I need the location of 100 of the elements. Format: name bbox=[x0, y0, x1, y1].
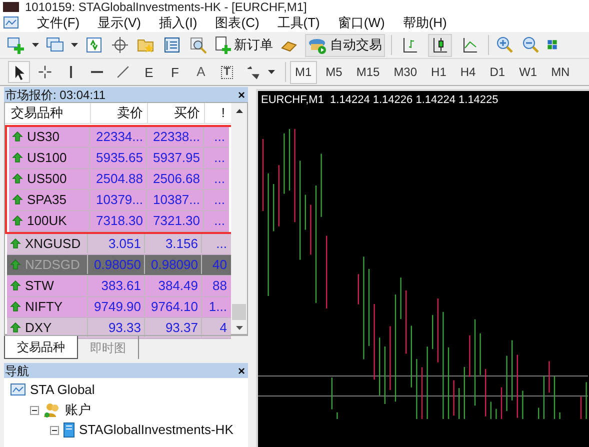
zoom-out-icon[interactable] bbox=[521, 35, 541, 55]
timeframe-button[interactable]: M15 bbox=[351, 60, 385, 84]
bid-cell: 0.98050 bbox=[87, 254, 144, 274]
menu-item[interactable]: 工具(T) bbox=[277, 13, 320, 33]
hline-icon bbox=[91, 71, 103, 73]
scroll-thumb[interactable] bbox=[232, 304, 246, 320]
quote-row[interactable]: SPA35 10379... 10387... ... bbox=[9, 190, 229, 210]
chart-window-icon[interactable] bbox=[3, 16, 19, 30]
up-arrow-icon bbox=[12, 152, 23, 163]
ask-cell: 10387... bbox=[146, 190, 203, 210]
up-arrow-icon bbox=[12, 131, 23, 142]
timeframe-button[interactable]: H1 bbox=[426, 60, 452, 84]
column-header[interactable]: 交易品种 bbox=[5, 103, 90, 122]
collapse-toggle-icon[interactable] bbox=[30, 406, 39, 414]
symbol-cell-text: NZDSGD bbox=[25, 256, 80, 274]
symbol-cell-text: SPA35 bbox=[27, 190, 67, 209]
symbol-cell-text: US100 bbox=[27, 148, 67, 167]
caret-icon[interactable] bbox=[32, 43, 39, 47]
text-label-tool-button[interactable]: T bbox=[216, 61, 238, 83]
ask-cell: 384.49 bbox=[144, 276, 201, 296]
bar-chart-icon bbox=[401, 36, 419, 54]
candle-chart-icon bbox=[431, 36, 449, 54]
bid-cell: 93.33 bbox=[87, 318, 144, 338]
caret-icon[interactable] bbox=[268, 70, 275, 74]
up-arrow-icon bbox=[12, 194, 23, 205]
crosshair-icon bbox=[36, 63, 54, 81]
bid-cell: 10379... bbox=[89, 190, 146, 210]
ask-cell: 22338... bbox=[146, 126, 203, 146]
tree-item[interactable]: 账户 bbox=[65, 400, 91, 420]
document-plus-icon bbox=[214, 35, 232, 55]
scrollbar[interactable] bbox=[231, 103, 247, 334]
up-arrow-icon bbox=[12, 173, 23, 184]
crosshair-icon[interactable] bbox=[110, 35, 130, 55]
column-header[interactable]: 买价 bbox=[147, 103, 204, 122]
timeframe-button[interactable]: MN bbox=[546, 60, 575, 84]
timeframe-button[interactable]: H4 bbox=[455, 60, 481, 84]
symbol-cell-text: DXY bbox=[25, 318, 52, 337]
caret-icon[interactable] bbox=[71, 43, 78, 47]
channel-tool-button[interactable]: E bbox=[138, 61, 160, 83]
quote-row[interactable]: STW 383.61 384.49 88 bbox=[7, 276, 231, 296]
scroll-down-icon[interactable] bbox=[236, 326, 242, 330]
auto-trading-button[interactable]: 自动交易 bbox=[305, 34, 385, 56]
up-arrow-icon bbox=[10, 301, 21, 312]
new-order-button[interactable]: 新订单 bbox=[214, 35, 273, 55]
terminal-icon bbox=[10, 383, 26, 397]
chart-header: EURCHF,M1 1.14224 1.14226 1.14224 1.14225 bbox=[260, 93, 500, 108]
quote-row[interactable]: US500 2504.88 2506.68 ... bbox=[9, 168, 229, 190]
spread-cell: ... bbox=[203, 126, 229, 146]
candle-chart-button[interactable] bbox=[428, 34, 452, 56]
menu-item[interactable]: 显示(V) bbox=[98, 13, 141, 33]
collapse-toggle-icon[interactable] bbox=[50, 426, 59, 434]
bid-cell: 2504.88 bbox=[89, 168, 146, 188]
ask-cell: 93.37 bbox=[144, 318, 201, 338]
menu-item[interactable]: 窗口(W) bbox=[338, 13, 385, 33]
up-arrow-icon bbox=[10, 322, 21, 333]
cursor-tool-button[interactable] bbox=[8, 61, 30, 83]
quote-row[interactable]: NIFTY 9749.90 9764.10 1... bbox=[7, 296, 231, 318]
up-arrow-icon bbox=[10, 238, 21, 249]
tree-item[interactable]: STA Global bbox=[30, 380, 95, 400]
tree-item[interactable]: STAGlobalInvestments-HK bbox=[79, 420, 234, 440]
symbol-cell-text: XNGUSD bbox=[25, 234, 81, 253]
fibo-tool-button[interactable]: F bbox=[164, 61, 186, 83]
menu-item[interactable]: 图表(C) bbox=[215, 13, 260, 33]
vline-icon bbox=[70, 66, 72, 78]
timeframe-button[interactable]: M5 bbox=[320, 60, 348, 84]
bid-cell: 7318.30 bbox=[89, 210, 146, 230]
data-window-icon[interactable] bbox=[162, 35, 182, 55]
symbol-cell-text: US500 bbox=[27, 170, 67, 188]
users-icon bbox=[43, 402, 61, 418]
spread-cell: ... bbox=[203, 210, 229, 230]
close-button[interactable]: × bbox=[238, 364, 245, 376]
zoom-in-icon[interactable] bbox=[495, 35, 515, 55]
menu-item[interactable]: 插入(I) bbox=[158, 13, 198, 33]
quote-row[interactable]: XNGUSD 3.051 3.156 ... bbox=[7, 234, 231, 254]
menu-item[interactable]: 帮助(H) bbox=[402, 13, 447, 33]
column-header[interactable]: 卖价 bbox=[90, 103, 147, 122]
symbol-cell-text: STW bbox=[25, 276, 54, 295]
text-tool-button[interactable]: A bbox=[190, 61, 212, 83]
quote-row[interactable]: US100 5935.65 5937.95 ... bbox=[9, 148, 229, 168]
ask-cell: 7321.30 bbox=[146, 210, 203, 230]
spread-cell: ... bbox=[203, 168, 229, 188]
ask-cell: 3.156 bbox=[144, 234, 201, 254]
up-arrow-icon bbox=[12, 215, 23, 226]
ask-cell: 9764.10 bbox=[144, 296, 201, 316]
market-watch-icon[interactable] bbox=[84, 35, 104, 55]
timeframe-button[interactable]: M1 bbox=[290, 60, 317, 84]
zoom-search-icon[interactable] bbox=[188, 35, 208, 55]
timeframe-button[interactable]: D1 bbox=[484, 60, 510, 84]
ask-cell: 5937.95 bbox=[146, 148, 203, 168]
server-icon bbox=[63, 422, 75, 438]
timeframe-button[interactable]: M30 bbox=[388, 60, 422, 84]
panel-tab[interactable]: 交易品种 bbox=[4, 336, 78, 359]
quote-row[interactable]: US30 22334... 22338... ... bbox=[9, 126, 229, 148]
quote-row[interactable]: 100UK 7318.30 7321.30 ... bbox=[9, 210, 229, 232]
symbol-cell-text: 100UK bbox=[27, 212, 67, 230]
menu-item[interactable]: 文件(F) bbox=[37, 13, 80, 33]
scroll-up-icon[interactable] bbox=[236, 109, 242, 113]
new-chart-plus-icon[interactable] bbox=[6, 35, 26, 55]
close-button[interactable]: × bbox=[238, 88, 245, 100]
timeframe-button[interactable]: W1 bbox=[514, 60, 542, 84]
